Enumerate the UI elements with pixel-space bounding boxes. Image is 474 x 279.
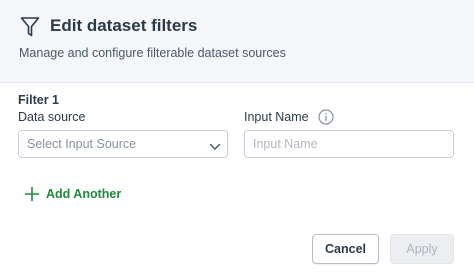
info-icon[interactable] <box>318 109 334 125</box>
chevron-down-icon <box>209 139 221 150</box>
filter-label: Filter 1 <box>18 93 59 107</box>
data-source-select-value: Select Input Source <box>27 137 137 151</box>
apply-button[interactable]: Apply <box>390 234 454 264</box>
add-another-label: Add Another <box>46 187 122 201</box>
cancel-button[interactable]: Cancel <box>312 234 379 264</box>
dialog-subtitle: Manage and configure filterable dataset … <box>19 46 286 60</box>
dialog-header: Edit dataset filters Manage and configur… <box>0 0 474 83</box>
edit-dataset-filters-dialog: Edit dataset filters Manage and configur… <box>0 0 474 279</box>
filter-funnel-icon <box>20 16 40 38</box>
plus-icon <box>24 186 40 202</box>
input-name-label: Input Name <box>244 110 309 124</box>
data-source-label: Data source <box>18 110 86 124</box>
data-source-select[interactable]: Select Input Source <box>18 130 228 158</box>
input-name-field[interactable] <box>244 130 454 158</box>
dialog-title: Edit dataset filters <box>50 16 198 35</box>
